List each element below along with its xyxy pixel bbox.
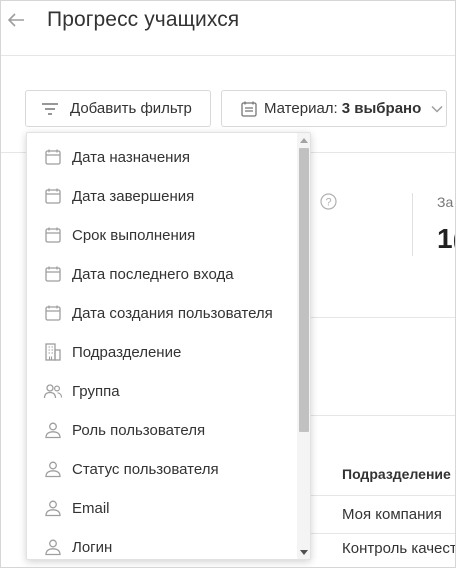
- add-filter-label: Добавить фильтр: [70, 100, 192, 117]
- menu-item-label: Подразделение: [72, 344, 182, 361]
- menu-item-label: Дата назначения: [72, 149, 190, 166]
- menu-item-label: Email: [72, 500, 110, 517]
- scroll-down-arrow[interactable]: [297, 545, 310, 559]
- menu-item-assignment-date[interactable]: Дата назначения: [27, 138, 297, 177]
- back-button[interactable]: [5, 9, 27, 31]
- filter-icon: [41, 102, 59, 116]
- user-icon: [43, 498, 63, 518]
- menu-item-department[interactable]: Подразделение: [27, 333, 297, 372]
- menu-item-completion-date[interactable]: Дата завершения: [27, 177, 297, 216]
- menu-item-login[interactable]: Логин: [27, 528, 297, 559]
- stat-value: 1(: [437, 223, 455, 254]
- material-label: Материал:: [264, 100, 338, 117]
- group-icon: [43, 381, 63, 401]
- material-value: 3 выбрано: [341, 100, 422, 117]
- menu-item-group[interactable]: Группа: [27, 372, 297, 411]
- menu-item-label: Дата последнего входа: [72, 266, 234, 283]
- dropdown-scrollbar[interactable]: [297, 133, 310, 559]
- table-cell: Моя компания: [342, 506, 442, 523]
- calendar-icon: [43, 225, 63, 245]
- table-row-divider: [311, 495, 455, 496]
- menu-item-label: Логин: [72, 539, 113, 556]
- add-filter-button[interactable]: Добавить фильтр: [25, 90, 211, 127]
- filter-dropdown: Дата назначения Дата завершения Срок вып…: [26, 132, 311, 560]
- menu-item-user-status[interactable]: Статус пользователя: [27, 450, 297, 489]
- stat-divider: [412, 193, 413, 256]
- table-row-divider: [311, 533, 455, 534]
- menu-item-user-role[interactable]: Роль пользователя: [27, 411, 297, 450]
- calendar-icon: [43, 186, 63, 206]
- menu-item-email[interactable]: Email: [27, 489, 297, 528]
- menu-item-label: Дата создания пользователя: [72, 305, 273, 322]
- building-icon: [43, 342, 63, 362]
- menu-item-user-created-date[interactable]: Дата создания пользователя: [27, 294, 297, 333]
- calendar-icon: [240, 100, 258, 118]
- page-title: Прогресс учащихся: [47, 8, 240, 31]
- section-divider: [311, 317, 455, 318]
- user-icon: [43, 420, 63, 440]
- stat-label: За: [437, 194, 454, 210]
- table-column-header[interactable]: Подразделение: [342, 466, 451, 482]
- page-header: Прогресс учащихся: [1, 1, 455, 56]
- material-select[interactable]: Материал: 3 выбрано: [221, 90, 447, 127]
- calendar-icon: [43, 147, 63, 167]
- app-frame: Прогресс учащихся Добавить фильтр Матери…: [0, 0, 456, 568]
- chevron-down-icon: [431, 105, 443, 113]
- help-icon[interactable]: ?: [320, 193, 337, 210]
- svg-text:?: ?: [325, 197, 331, 209]
- menu-item-due-date[interactable]: Срок выполнения: [27, 216, 297, 255]
- arrow-left-icon: [7, 13, 24, 27]
- user-icon: [43, 537, 63, 557]
- menu-item-label: Группа: [72, 383, 120, 400]
- section-divider: [311, 415, 455, 416]
- scroll-up-arrow[interactable]: [297, 133, 310, 147]
- menu-item-label: Дата завершения: [72, 188, 195, 205]
- menu-item-last-login-date[interactable]: Дата последнего входа: [27, 255, 297, 294]
- calendar-icon: [43, 303, 63, 323]
- user-icon: [43, 459, 63, 479]
- calendar-icon: [43, 264, 63, 284]
- scrollbar-thumb[interactable]: [299, 148, 309, 432]
- menu-item-label: Роль пользователя: [72, 422, 206, 439]
- table-cell: Контроль качест: [342, 540, 456, 557]
- menu-item-label: Статус пользователя: [72, 461, 219, 478]
- menu-item-label: Срок выполнения: [72, 227, 196, 244]
